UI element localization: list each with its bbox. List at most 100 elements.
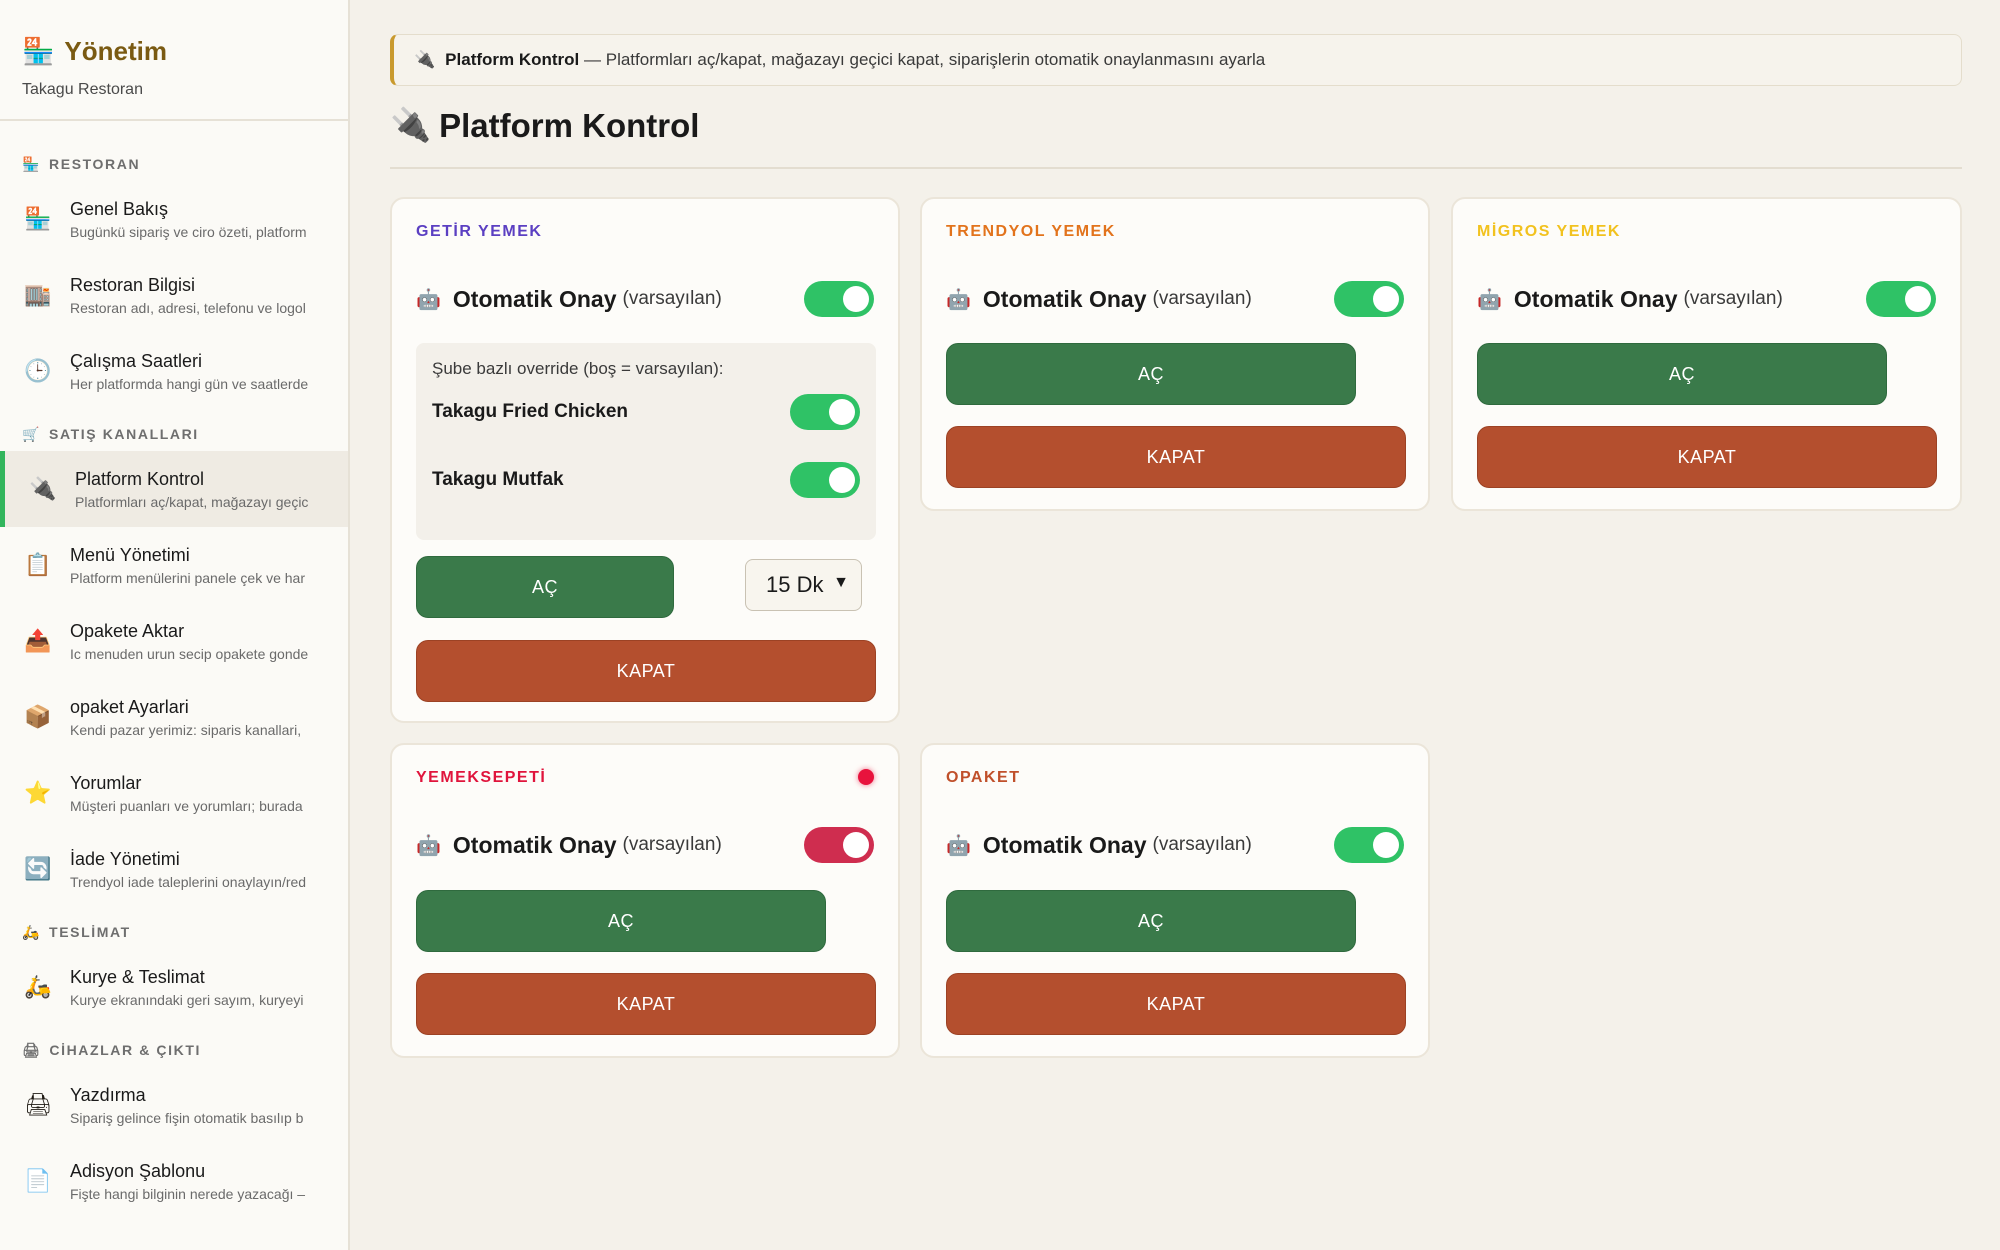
- sidebar-item-yazdirma[interactable]: 🖨 Yazdırma Sipariş gelince fişin otomatik…: [0, 1067, 348, 1143]
- sidebar-item-opaket-ayarlari[interactable]: 📦 opaket Ayarlari Kendi pazar yerimiz: si…: [0, 679, 348, 755]
- open-button[interactable]: AÇ: [946, 343, 1356, 405]
- platform-card-yemeksepeti: YEMEKSEPETİ 🤖 Otomatik Onay (varsayılan)…: [390, 743, 900, 1058]
- auto-approve-toggle[interactable]: [1334, 281, 1404, 317]
- scooter-icon: 🛵: [22, 923, 42, 940]
- sidebar-item-label: Opakete Aktar: [70, 620, 185, 641]
- building-icon: 🏬: [24, 282, 52, 307]
- auto-approve-row: 🤖 Otomatik Onay (varsayılan): [1477, 281, 1936, 317]
- sidebar-item-calisma-saatleri[interactable]: 🕒 Çalışma Saatleri Her platformda hangi g…: [0, 333, 348, 409]
- sidebar-item-opakete-aktar[interactable]: 📤 Opakete Aktar Ic menuden urun secip opa…: [0, 603, 348, 679]
- open-button[interactable]: AÇ: [416, 890, 826, 952]
- banner-text: — Platformları aç/kapat, mağazayı geçici…: [579, 50, 1266, 69]
- menu-icon: 📋: [24, 552, 52, 577]
- restaurant-icon: 🏪: [22, 36, 55, 66]
- sidebar-item-label: Menü Yönetimi: [70, 544, 190, 565]
- robot-icon: 🤖: [946, 834, 971, 857]
- sidebar-item-label: opaket Ayarlari: [70, 696, 189, 717]
- auto-approve-label: Otomatik Onay: [452, 285, 617, 312]
- info-banner: 🔌 Platform Kontrol — Platformları aç/kap…: [390, 34, 1962, 86]
- open-button[interactable]: AÇ: [1477, 343, 1887, 405]
- branch-name: Takagu Fried Chicken: [432, 401, 629, 422]
- open-button[interactable]: AÇ: [946, 890, 1356, 952]
- sidebar-item-desc: Sipariş gelince fişin otomatik basılıp b: [70, 1109, 304, 1126]
- sidebar-item-yorumlar[interactable]: ⭐ Yorumlar Müşteri puanları ve yorumları;…: [0, 755, 348, 831]
- sidebar-item-label: Genel Bakış: [70, 198, 169, 219]
- status-indicator-dot: [858, 769, 874, 785]
- main-content: 🔌 Platform Kontrol — Platformları aç/kap…: [352, 0, 2000, 1250]
- sidebar-item-desc: Müşteri puanları ve yorumları; burada: [70, 797, 303, 814]
- clock-icon: 🕒: [24, 358, 52, 383]
- branch-row: Takagu Fried Chicken: [432, 394, 860, 430]
- sidebar-item-label: Platform Kontrol: [75, 468, 205, 489]
- branch-toggle[interactable]: [790, 394, 860, 430]
- plug-icon: 🔌: [29, 476, 57, 501]
- plug-icon: 🔌: [414, 50, 436, 69]
- sidebar-item-desc: Bugünkü sipariş ve ciro özeti, platform: [70, 223, 307, 240]
- sidebar-item-genel-bakis[interactable]: 🏪 Genel Bakış Bugünkü sipariş ve ciro öze…: [0, 181, 348, 257]
- store-icon: 🏪: [22, 155, 42, 172]
- sidebar-item-adisyon-sablonu[interactable]: 📄 Adisyon Şablonu Fişte hangi bilginin ne…: [0, 1143, 348, 1219]
- close-button[interactable]: KAPAT: [416, 973, 876, 1035]
- branch-toggle[interactable]: [790, 462, 860, 498]
- brand-title: Yönetim: [64, 36, 167, 66]
- platform-name: MİGROS YEMEK: [1477, 223, 1621, 240]
- pause-duration-select[interactable]: 15 Dk ▼: [745, 559, 862, 611]
- default-suffix: (varsayılan): [1683, 288, 1783, 309]
- auto-approve-label: Otomatik Onay: [1513, 285, 1678, 312]
- close-button[interactable]: KAPAT: [416, 640, 876, 702]
- sidebar-item-label: Yazdırma: [70, 1084, 146, 1105]
- auto-approve-row: 🤖 Otomatik Onay (varsayılan): [416, 281, 874, 317]
- chevron-down-icon: ▼: [833, 574, 849, 591]
- sidebar-item-iade-yonetimi[interactable]: 🔄 İade Yönetimi Trendyol iade taleplerini…: [0, 831, 348, 907]
- sidebar-item-platform-kontrol[interactable]: 🔌 Platform Kontrol Platformları aç/kapat,…: [0, 451, 348, 527]
- refresh-icon: 🔄: [24, 856, 52, 881]
- auto-approve-toggle[interactable]: [1866, 281, 1936, 317]
- printer-icon: 🖨: [22, 1041, 42, 1058]
- close-button[interactable]: KAPAT: [946, 426, 1406, 488]
- sidebar-item-label: İade Yönetimi: [70, 848, 180, 869]
- sidebar-item-restoran-bilgisi[interactable]: 🏬 Restoran Bilgisi Restoran adı, adresi, …: [0, 257, 348, 333]
- plug-icon: 🔌: [390, 106, 432, 143]
- platform-name: TRENDYOL YEMEK: [946, 223, 1116, 240]
- sidebar-item-label: Restoran Bilgisi: [70, 274, 196, 295]
- pause-duration-value: 15 Dk: [766, 572, 824, 597]
- banner-title: Platform Kontrol: [445, 50, 580, 69]
- close-button[interactable]: KAPAT: [946, 973, 1406, 1035]
- sidebar-item-menu-yonetimi[interactable]: 📋 Menü Yönetimi Platform menülerini panel…: [0, 527, 348, 603]
- auto-approve-toggle[interactable]: [1334, 827, 1404, 863]
- default-suffix: (varsayılan): [622, 288, 722, 309]
- auto-approve-toggle[interactable]: [804, 281, 874, 317]
- cart-icon: 🛒: [22, 425, 42, 442]
- section-title-cihazlar: 🖨 CİHAZLAR & ÇIKTI: [22, 1041, 201, 1059]
- close-button[interactable]: KAPAT: [1477, 426, 1937, 488]
- section-title-satis-kanallari: 🛒 SATIŞ KANALLARI: [22, 425, 199, 443]
- section-title-teslimat: 🛵 TESLİMAT: [22, 923, 131, 941]
- auto-approve-toggle[interactable]: [804, 827, 874, 863]
- page-title: 🔌 Platform Kontrol: [390, 106, 700, 144]
- open-button[interactable]: AÇ: [416, 556, 674, 618]
- auto-approve-label: Otomatik Onay: [452, 831, 617, 858]
- auto-approve-label: Otomatik Onay: [982, 831, 1147, 858]
- store-icon: 🏪: [24, 206, 52, 231]
- robot-icon: 🤖: [416, 834, 441, 857]
- star-icon: ⭐: [24, 780, 52, 805]
- robot-icon: 🤖: [946, 288, 971, 311]
- printer-icon: 🖨: [24, 1092, 52, 1117]
- outbox-icon: 📤: [24, 628, 52, 653]
- platform-name: YEMEKSEPETİ: [416, 769, 547, 786]
- auto-approve-row: 🤖 Otomatik Onay (varsayılan): [946, 281, 1404, 317]
- sidebar-item-label: Adisyon Şablonu: [70, 1160, 206, 1181]
- sidebar-item-desc: Restoran adı, adresi, telefonu ve logol: [70, 299, 306, 316]
- sidebar-item-label: Yorumlar: [70, 772, 142, 793]
- platform-name: OPAKET: [946, 769, 1021, 786]
- sidebar-item-label: Çalışma Saatleri: [70, 350, 203, 371]
- sidebar-item-desc: Fişte hangi bilginin nerede yazacağı –: [70, 1185, 306, 1202]
- default-suffix: (varsayılan): [1152, 834, 1252, 855]
- platform-name: GETİR YEMEK: [416, 223, 543, 240]
- scooter-icon: 🛵: [24, 974, 52, 999]
- branch-row: Takagu Mutfak: [432, 462, 860, 498]
- auto-approve-row: 🤖 Otomatik Onay (varsayılan): [416, 827, 874, 863]
- platform-card-trendyol: TRENDYOL YEMEK 🤖 Otomatik Onay (varsayıl…: [920, 197, 1430, 511]
- brand-subtitle: Takagu Restoran: [22, 81, 143, 98]
- sidebar-item-kurye-teslimat[interactable]: 🛵 Kurye & Teslimat Kurye ekranındaki geri…: [0, 949, 348, 1025]
